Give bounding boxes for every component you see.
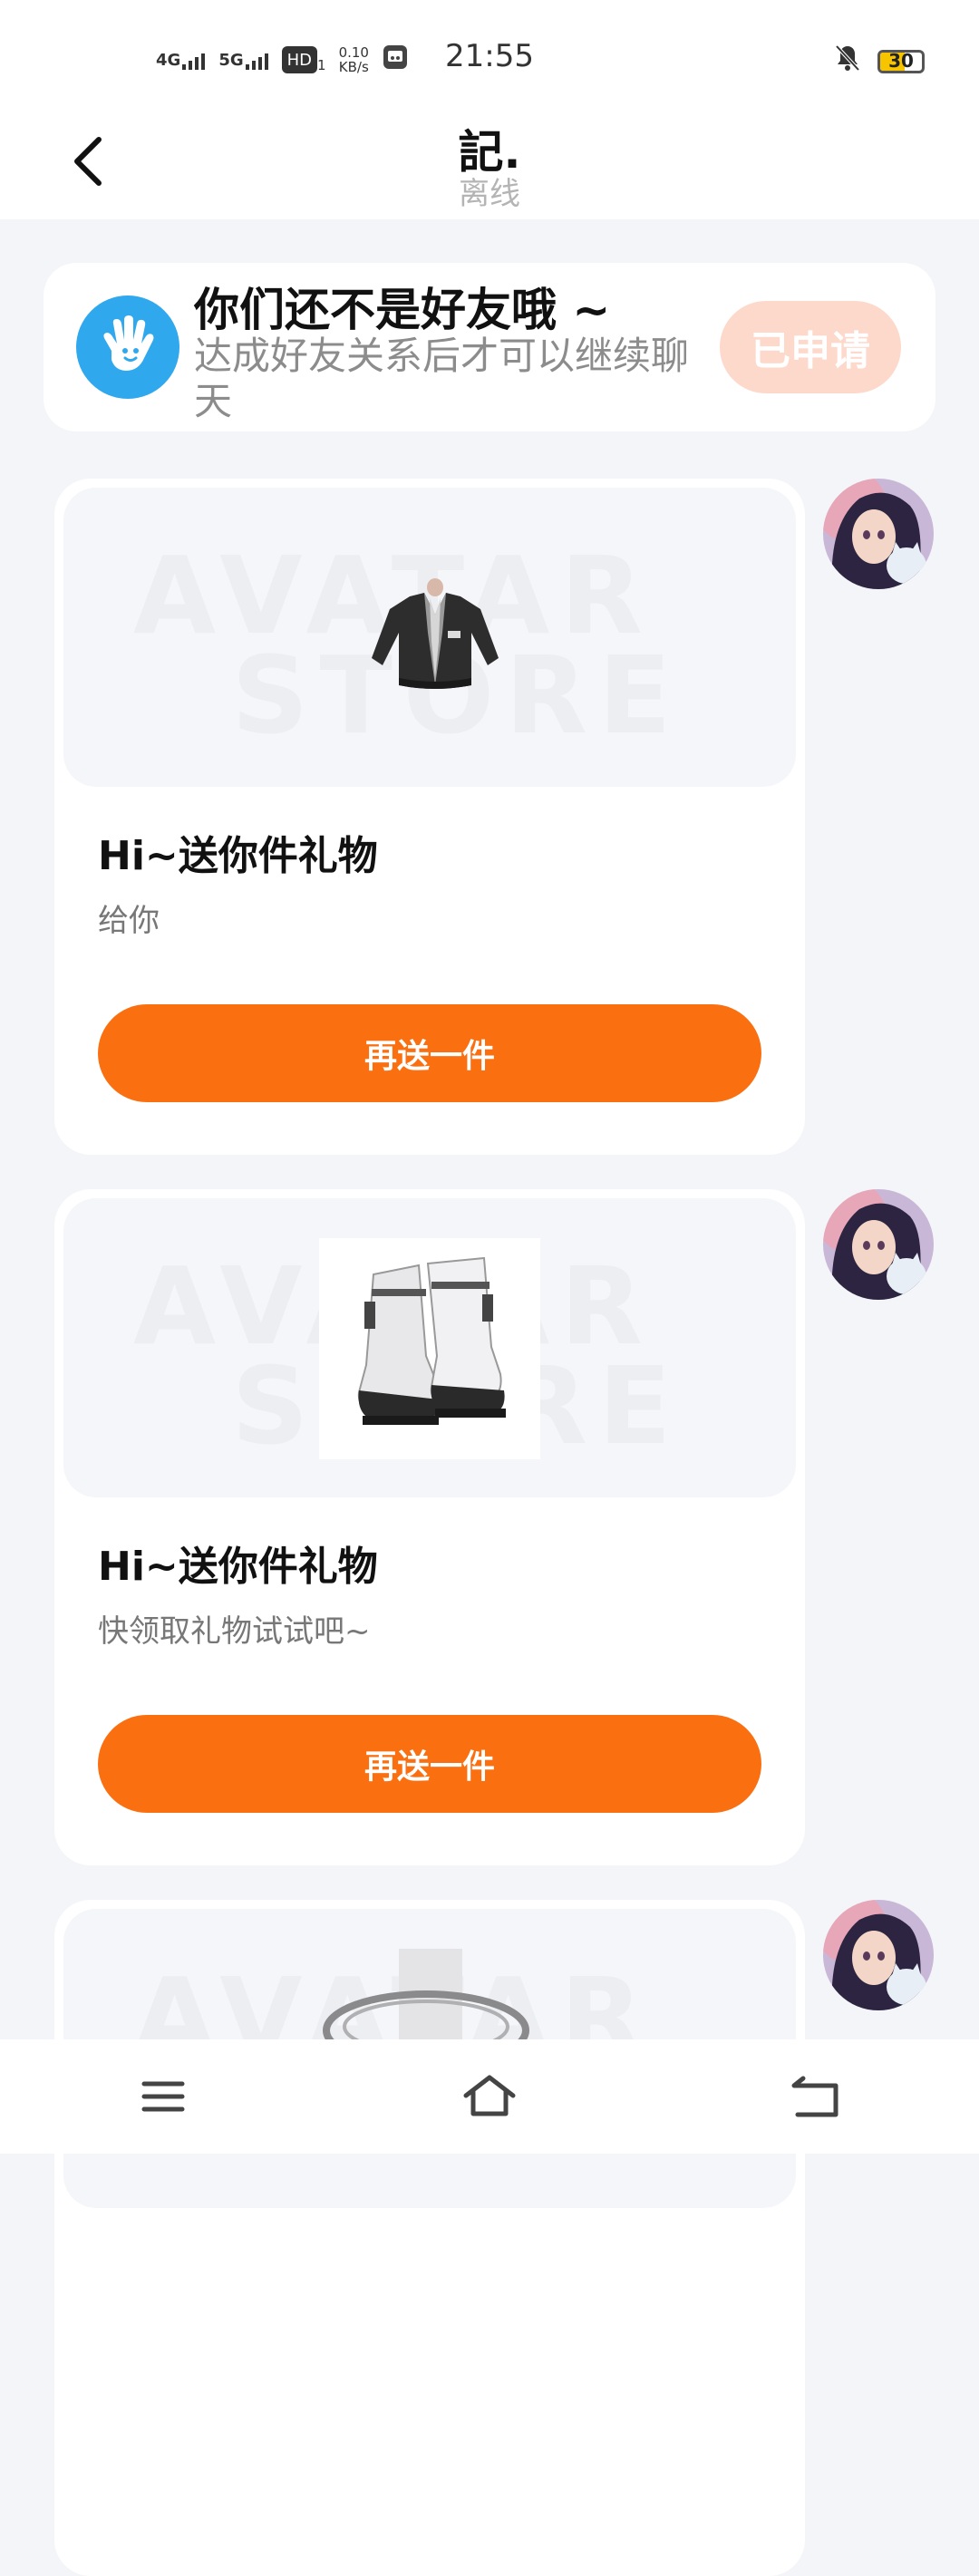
gift-message-text: 给你 (98, 903, 160, 939)
friend-request-notice: 你们还不是好友哦 ~ 达成好友关系后才可以继续聊天 已申请 (44, 263, 935, 431)
gift-image[interactable]: AVATAR STORE (63, 1198, 796, 1497)
avatar[interactable] (823, 479, 934, 589)
menu-icon (141, 2081, 185, 2112)
menu-button[interactable] (109, 2051, 218, 2142)
gift-card[interactable]: AVATAR (54, 1900, 805, 2576)
home-icon (463, 2075, 516, 2116)
send-again-button[interactable]: 再送一件 (98, 1004, 761, 1102)
boots-icon (357, 1256, 506, 1425)
status-bar: 4G 5G HD 1 0.10 KB/s 21:55 30 (0, 0, 979, 118)
system-navigation-bar (0, 2039, 979, 2154)
gift-message-text: 快领取礼物试试吧~ (98, 1613, 371, 1650)
clock: 21:55 (445, 38, 534, 74)
avatar[interactable] (823, 1189, 934, 1300)
gift-title: Hi~送你件礼物 (98, 833, 378, 879)
back-nav-button[interactable] (761, 2051, 870, 2142)
wave-hand-icon (76, 295, 179, 399)
applied-button[interactable]: 已申请 (720, 301, 901, 393)
chat-header: 記. 离线 (0, 118, 979, 219)
notice-title: 你们还不是好友哦 ~ (194, 284, 611, 336)
status-icons-right: 30 (834, 44, 925, 79)
gift-card[interactable]: AVATAR STORE Hi~送你件礼物 快领取礼物试试吧~ 再送一 (54, 1189, 805, 1865)
bell-off-icon (834, 44, 861, 79)
notice-description: 达成好友关系后才可以继续聊天 (194, 334, 690, 423)
contact-status: 离线 (459, 176, 520, 212)
avatar[interactable] (823, 1900, 934, 2010)
home-button[interactable] (435, 2051, 544, 2142)
jacket-icon (372, 578, 499, 689)
gift-title: Hi~送你件礼物 (98, 1544, 378, 1590)
item-thumbnail (319, 1238, 540, 1459)
gift-card[interactable]: AVATAR STORE Hi~送你件礼物 给你 再送一件 (54, 479, 805, 1155)
send-again-button[interactable]: 再送一件 (98, 1715, 761, 1813)
return-icon (791, 2076, 838, 2117)
gift-image[interactable]: AVATAR STORE (63, 488, 796, 787)
battery-icon: 30 (877, 49, 925, 73)
